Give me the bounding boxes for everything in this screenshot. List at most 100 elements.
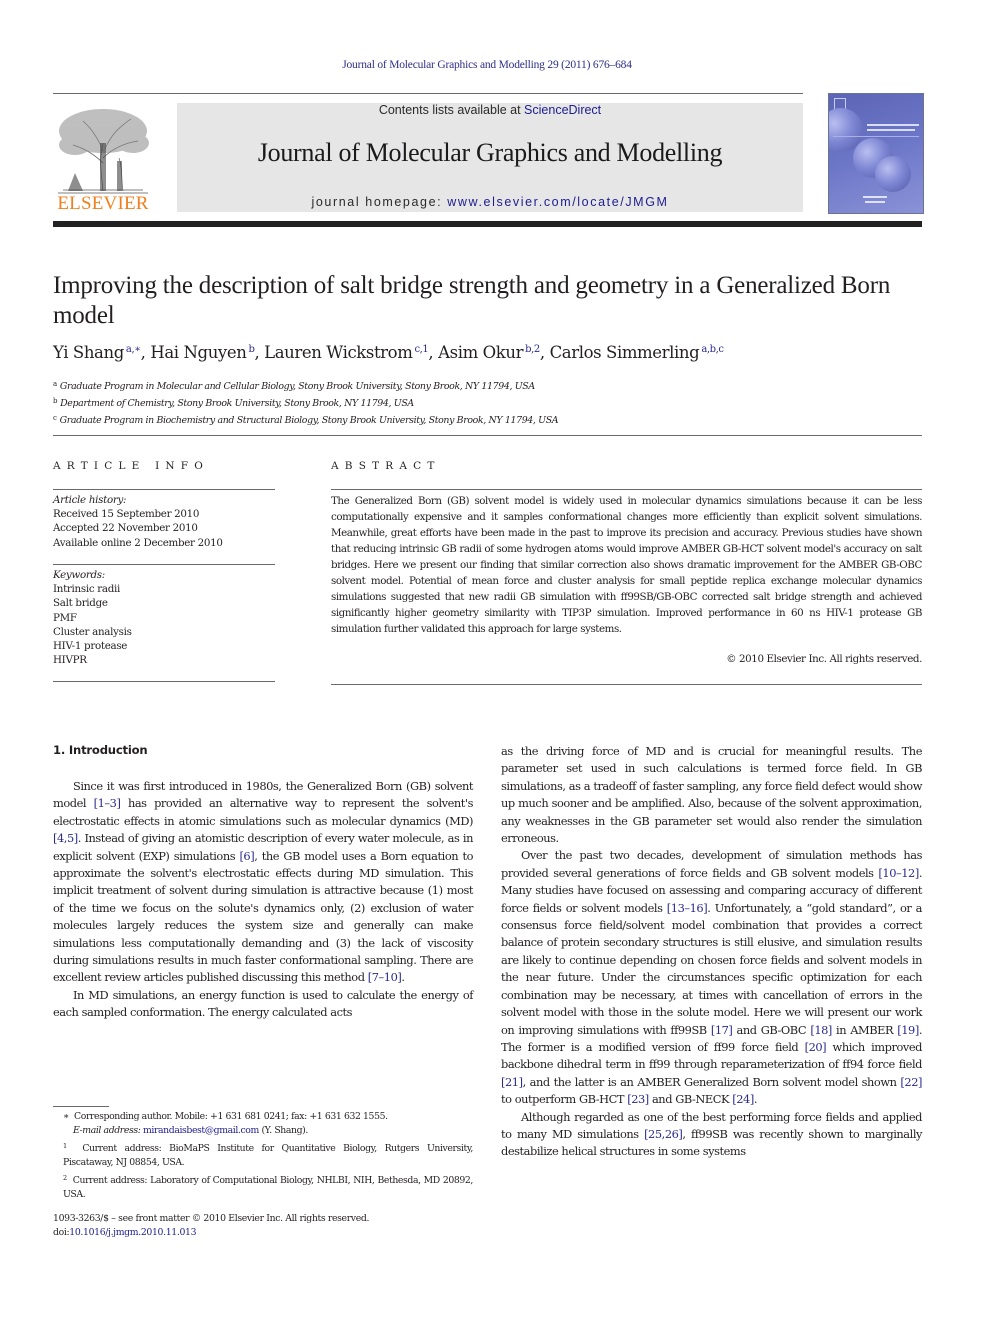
contents-line: Contents lists available at ScienceDirec… [177, 103, 803, 117]
body-column-right: as the driving force of MD and is crucia… [501, 743, 922, 1161]
history-label: Article history: [53, 494, 127, 506]
author[interactable]: Hai Nguyen b [150, 343, 255, 362]
author[interactable]: Carlos Simmerling a,b,c [550, 343, 724, 362]
body-paragraph: as the driving force of MD and is crucia… [501, 744, 922, 846]
citation-link[interactable]: [22] [900, 1075, 922, 1089]
article-history: Article history: Received 15 September 2… [53, 493, 275, 550]
affiliation: c Graduate Program in Biochemistry and St… [53, 411, 933, 428]
history-item: Accepted 22 November 2010 [53, 522, 198, 535]
cover-sphere [875, 156, 911, 192]
citation-link[interactable]: [13–16] [667, 901, 708, 915]
elsevier-wordmark[interactable]: ELSEVIER [53, 193, 153, 215]
history-item: Received 15 September 2010 [53, 508, 200, 521]
body-paragraph: In MD simulations, an energy function is… [53, 987, 473, 1020]
affiliation-text: Graduate Program in Molecular and Cellul… [59, 381, 535, 392]
section-heading: 1. Introduction [53, 743, 148, 757]
citation-link[interactable]: [18] [810, 1023, 832, 1037]
body-paragraph: Since it was first introduced in 1980s, … [53, 779, 473, 985]
citation-link[interactable]: [10–12] [878, 866, 919, 880]
footnote-corresponding: ∗ Corresponding author. Mobile: +1 631 6… [53, 1110, 473, 1124]
cover-footer-bar [863, 196, 887, 198]
divider [53, 564, 275, 565]
author[interactable]: Yi Shang a,∗ [53, 343, 141, 362]
author-name: Lauren Wickstrom [264, 343, 413, 362]
keyword: Intrinsic radii [53, 583, 121, 596]
citation-link[interactable]: [21] [501, 1075, 523, 1089]
footnote-mark: ∗ [63, 1111, 69, 1122]
divider [331, 684, 922, 685]
citation-link[interactable]: [20] [805, 1040, 827, 1054]
affiliation-mark: c [53, 414, 57, 422]
doi-line: doi:10.1016/j.jmgm.2010.11.013 [53, 1226, 473, 1240]
footnote-rule [53, 1106, 109, 1107]
author-name: Carlos Simmerling [549, 343, 700, 362]
homepage-line: journal homepage: www.elsevier.com/locat… [177, 195, 803, 209]
issn-line: 1093-3263/$ – see front matter © 2010 El… [53, 1213, 370, 1224]
citation-link[interactable]: [23] [627, 1092, 649, 1106]
author-marks[interactable]: b [248, 344, 254, 355]
cover-title-bar [867, 124, 919, 126]
email-label: E-mail address: [73, 1125, 141, 1137]
author[interactable]: Lauren Wickstrom c,1 [264, 343, 429, 362]
footnote-2: 2 Current address: Laboratory of Computa… [53, 1171, 473, 1203]
footnote-1: 1 Current address: BioMaPS Institute for… [53, 1139, 473, 1171]
author-marks[interactable]: b,2 [525, 344, 540, 355]
footnote-email: E-mail address: mirandaisbest@gmail.com … [53, 1124, 473, 1138]
citation-link[interactable]: [19] [897, 1023, 919, 1037]
sciencedirect-link[interactable]: ScienceDirect [524, 103, 601, 117]
author-name: Hai Nguyen [150, 343, 247, 362]
affiliation: a Graduate Program in Molecular and Cellu… [53, 377, 933, 394]
divider [53, 489, 275, 490]
contents-prefix: Contents lists available at [378, 103, 525, 117]
article-info-heading: ARTICLE INFO [53, 460, 210, 472]
affiliation-text: Department of Chemistry, Stony Brook Uni… [60, 398, 414, 409]
abstract-heading: ABSTRACT [331, 460, 441, 472]
cover-rule [833, 136, 919, 137]
footnote-text: Current address: Laboratory of Computati… [63, 1174, 473, 1201]
citation-link[interactable]: [25,26] [644, 1127, 683, 1141]
author-marks[interactable]: a,b,c [701, 344, 724, 355]
abstract-text: The Generalized Born (GB) solvent model … [331, 495, 922, 635]
keyword: Cluster analysis [53, 625, 132, 638]
affiliation-list: a Graduate Program in Molecular and Cellu… [53, 377, 933, 428]
divider [53, 681, 275, 682]
author-name: Yi Shang [53, 343, 124, 362]
citation-link[interactable]: [6] [239, 849, 254, 863]
citation-link[interactable]: [7–10] [368, 970, 402, 984]
body-paragraph: Although regarded as one of the best per… [501, 1109, 923, 1159]
affiliation-mark: b [53, 397, 58, 405]
keyword: HIVPR [53, 654, 87, 667]
divider [331, 489, 922, 490]
citation-link[interactable]: [17] [711, 1023, 733, 1037]
keywords: Keywords: Intrinsic radii Salt bridge PM… [53, 568, 275, 667]
footnote-text: Corresponding author. Mobile: +1 631 681… [74, 1111, 388, 1122]
abstract-copyright: © 2010 Elsevier Inc. All rights reserved… [726, 653, 922, 665]
citation-link[interactable]: [24] [732, 1092, 754, 1106]
affiliation-text: Graduate Program in Biochemistry and Str… [59, 415, 559, 426]
footnote-mark: 1 [63, 1141, 67, 1150]
divider [53, 435, 922, 436]
email-suffix: (Y. Shang). [258, 1125, 308, 1137]
email-link[interactable]: mirandaisbest@gmail.com [143, 1125, 259, 1136]
running-header: Journal of Molecular Graphics and Modell… [342, 59, 632, 71]
footnote-text: Current address: BioMaPS Institute for Q… [63, 1142, 473, 1169]
citation-link[interactable]: [1–3] [94, 796, 121, 810]
journal-name: Journal of Molecular Graphics and Modell… [257, 138, 723, 167]
top-rule [53, 93, 803, 94]
cover-footer-bar [865, 201, 885, 203]
footnotes: ∗ Corresponding author. Mobile: +1 631 6… [53, 1110, 473, 1202]
author-marks[interactable]: c,1 [414, 344, 428, 355]
journal-homepage-link[interactable]: www.elsevier.com/locate/JMGM [447, 195, 668, 209]
footnote-mark: 2 [63, 1173, 67, 1182]
author-marks[interactable]: a,∗ [126, 344, 141, 355]
doi-link[interactable]: 10.1016/j.jmgm.2010.11.013 [69, 1227, 196, 1238]
affiliation: b Department of Chemistry, Stony Brook Un… [53, 394, 933, 411]
masthead-thick-rule [53, 221, 922, 227]
citation-link[interactable]: [4,5] [53, 831, 78, 845]
front-matter: 1093-3263/$ – see front matter © 2010 El… [53, 1212, 473, 1241]
body-paragraph: Over the past two decades, development o… [501, 848, 923, 1107]
author-name: Asim Okur [438, 343, 524, 362]
article-title: Improving the description of salt bridge… [53, 272, 891, 329]
journal-cover-image[interactable] [828, 93, 924, 214]
author[interactable]: Asim Okur b,2 [438, 343, 540, 362]
